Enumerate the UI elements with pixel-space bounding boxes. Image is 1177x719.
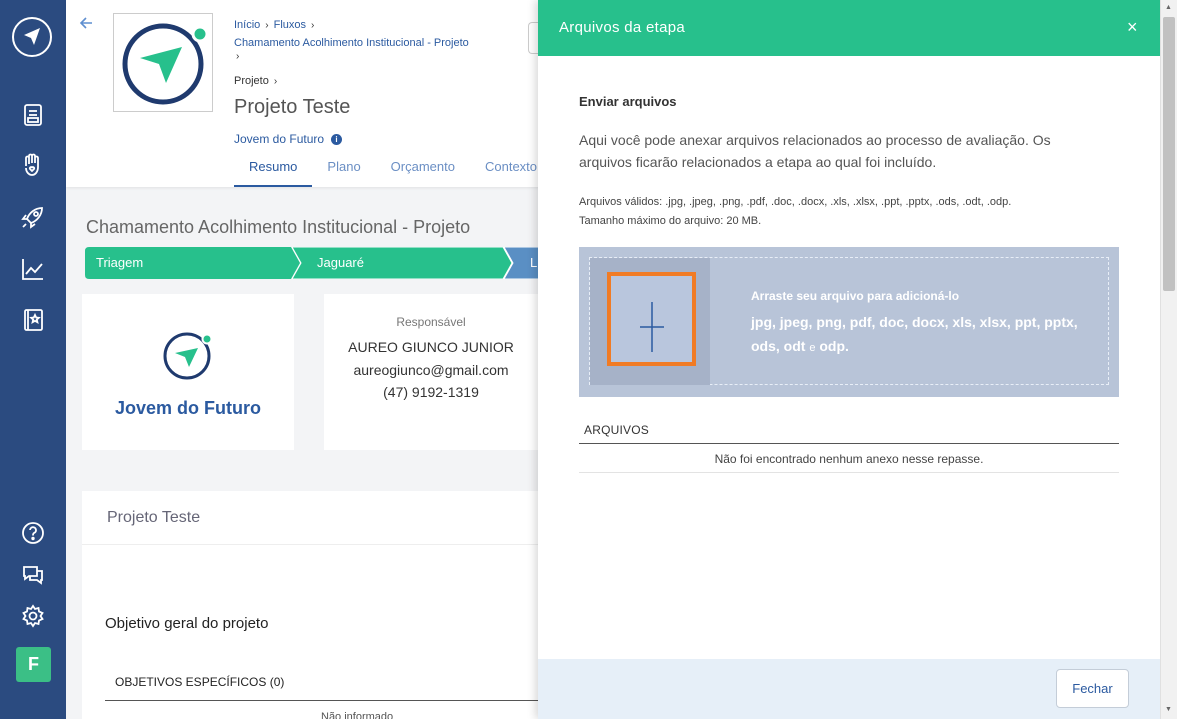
hand-heart-icon[interactable]	[20, 152, 46, 178]
objetivo-geral-heading: Objetivo geral do projeto	[105, 615, 269, 632]
help-icon[interactable]	[20, 520, 46, 546]
valid-files-text: Arquivos válidos: .jpg, .jpeg, .png, .pd…	[579, 196, 1012, 208]
book-star-icon[interactable]	[20, 307, 46, 333]
sidebar: F	[0, 0, 66, 719]
responsavel-email: aureogiunco@gmail.com	[353, 362, 509, 378]
fechar-button[interactable]: Fechar	[1056, 669, 1129, 708]
step-jaguare[interactable]: Jaguaré	[317, 247, 364, 279]
info-icon[interactable]: i	[331, 134, 343, 146]
breadcrumb: Início › Fluxos ›	[234, 19, 315, 31]
objetivos-empty-text: Não informado	[321, 711, 394, 719]
responsavel-name: AUREO GIUNCO JUNIOR	[348, 339, 514, 355]
tab-resumo[interactable]: Resumo	[234, 150, 313, 187]
close-icon[interactable]: ×	[1127, 18, 1138, 36]
file-dropzone[interactable]: Arraste seu arquivo para adicioná-lo jpg…	[579, 247, 1119, 397]
scrollbar-thumb[interactable]	[1163, 17, 1175, 291]
files-table-header: ARQUIVOS	[584, 423, 649, 437]
gear-icon[interactable]	[20, 603, 46, 629]
drop-formats-line1: jpg, jpeg, png, pdf, doc, docx, xls, xls…	[751, 314, 1078, 330]
breadcrumb-separator: ›	[236, 51, 240, 62]
plus-icon	[640, 302, 664, 352]
divider	[105, 700, 545, 701]
responsavel-phone: (47) 9192-1319	[383, 384, 479, 400]
step-triagem[interactable]: Triagem	[96, 247, 143, 279]
flow-title: Chamamento Acolhimento Institucional - P…	[86, 217, 471, 237]
files-empty-text: Não foi encontrado nenhum anexo nesse re…	[714, 452, 984, 466]
organization-card	[82, 294, 294, 450]
max-size-text: Tamanho máximo do arquivo: 20 MB.	[579, 215, 762, 227]
drop-formats-line2: ods, odt e odp.	[751, 338, 849, 354]
drop-hint: Arraste seu arquivo para adicioná-lo	[751, 289, 960, 303]
panel-footer: Fechar	[538, 659, 1160, 719]
responsavel-label: Responsável	[396, 315, 466, 329]
panel-title: Arquivos da etapa	[559, 19, 686, 36]
project-tabs: Resumo Plano Orçamento Contexto	[234, 150, 552, 187]
tab-plano[interactable]: Plano	[312, 150, 375, 187]
rocket-icon[interactable]	[20, 204, 46, 230]
scrollbar[interactable]: ▲ ▼	[1160, 0, 1177, 719]
user-avatar[interactable]: F	[16, 647, 51, 682]
divider	[579, 472, 1119, 473]
tab-orcamento[interactable]: Orçamento	[376, 150, 470, 187]
breadcrumb-projeto: Projeto ›	[234, 75, 278, 87]
scroll-down-icon[interactable]: ▼	[1165, 706, 1172, 713]
objetivos-especificos-header: OBJETIVOS ESPECÍFICOS (0)	[115, 675, 285, 689]
organization-name: Jovem do Futuro	[114, 398, 261, 418]
project-logo	[113, 13, 213, 112]
chart-icon[interactable]	[20, 256, 46, 282]
scroll-up-icon[interactable]: ▲	[1165, 4, 1172, 11]
divider	[579, 443, 1119, 444]
breadcrumb-fluxos[interactable]: Fluxos	[274, 19, 306, 31]
organization-logo-icon	[163, 332, 213, 380]
breadcrumb-home[interactable]: Início	[234, 19, 260, 31]
logo-icon[interactable]	[12, 17, 52, 57]
stage-stepper: Triagem Jaguaré Li	[85, 247, 545, 279]
upload-heading: Enviar arquivos	[579, 94, 677, 109]
files-panel: Arquivos da etapa × Enviar arquivos Aqui…	[538, 0, 1160, 719]
organization-link[interactable]: Jovem do Futuro i	[234, 132, 343, 146]
add-file-button[interactable]	[607, 272, 696, 366]
upload-description: Aqui você pode anexar arquivos relaciona…	[579, 132, 1051, 170]
card-title: Projeto Teste	[107, 509, 201, 526]
breadcrumb-chamamento[interactable]: Chamamento Acolhimento Institucional - P…	[234, 37, 469, 49]
document-icon[interactable]	[20, 102, 46, 128]
chat-icon[interactable]	[20, 562, 46, 588]
back-arrow-icon[interactable]	[79, 14, 93, 35]
panel-header: Arquivos da etapa ×	[538, 0, 1160, 56]
page-title: Projeto Teste	[234, 96, 351, 118]
